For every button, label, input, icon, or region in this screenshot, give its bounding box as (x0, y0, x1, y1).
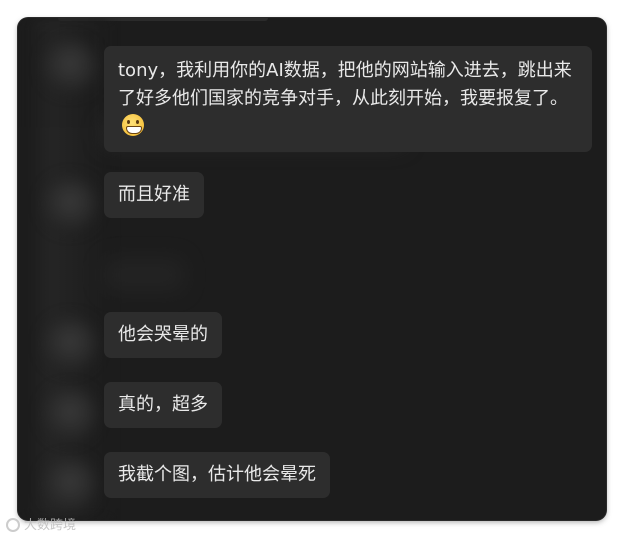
message-text: 真的，超多 (118, 394, 208, 415)
blurred-avatar-column (26, 18, 108, 520)
watermark: 大数跨境 (6, 514, 76, 533)
blurred-redaction (104, 258, 184, 292)
message-bubble[interactable]: 我截个图，估计他会晕死 (104, 452, 330, 498)
avatar[interactable] (44, 388, 96, 440)
message-text: 我截个图，估计他会晕死 (118, 464, 316, 485)
message-bubble[interactable]: 而且好准 (104, 172, 204, 218)
avatar[interactable] (44, 458, 96, 510)
message-bubble[interactable]: tony，我利用你的AI数据，把他的网站输入进去，跳出来了好多他们国家的竞争对手… (104, 46, 592, 152)
message-bubble[interactable]: 真的，超多 (104, 382, 222, 428)
message-text: 而且好准 (118, 184, 190, 205)
avatar[interactable] (44, 318, 96, 370)
message-text: tony，我利用你的AI数据，把他的网站输入进去，跳出来了好多他们国家的竞争对手… (118, 60, 572, 109)
watermark-text: 大数跨境 (24, 518, 77, 533)
avatar[interactable] (44, 178, 96, 230)
grimacing-face-icon (122, 114, 144, 136)
message-bubble[interactable]: 他会哭晕的 (104, 312, 222, 358)
chat-window: tony，我利用你的AI数据，把他的网站输入进去，跳出来了好多他们国家的竞争对手… (18, 18, 606, 520)
avatar[interactable] (44, 40, 96, 92)
weibo-logo-icon (6, 518, 20, 532)
message-text: 他会哭晕的 (118, 324, 208, 345)
